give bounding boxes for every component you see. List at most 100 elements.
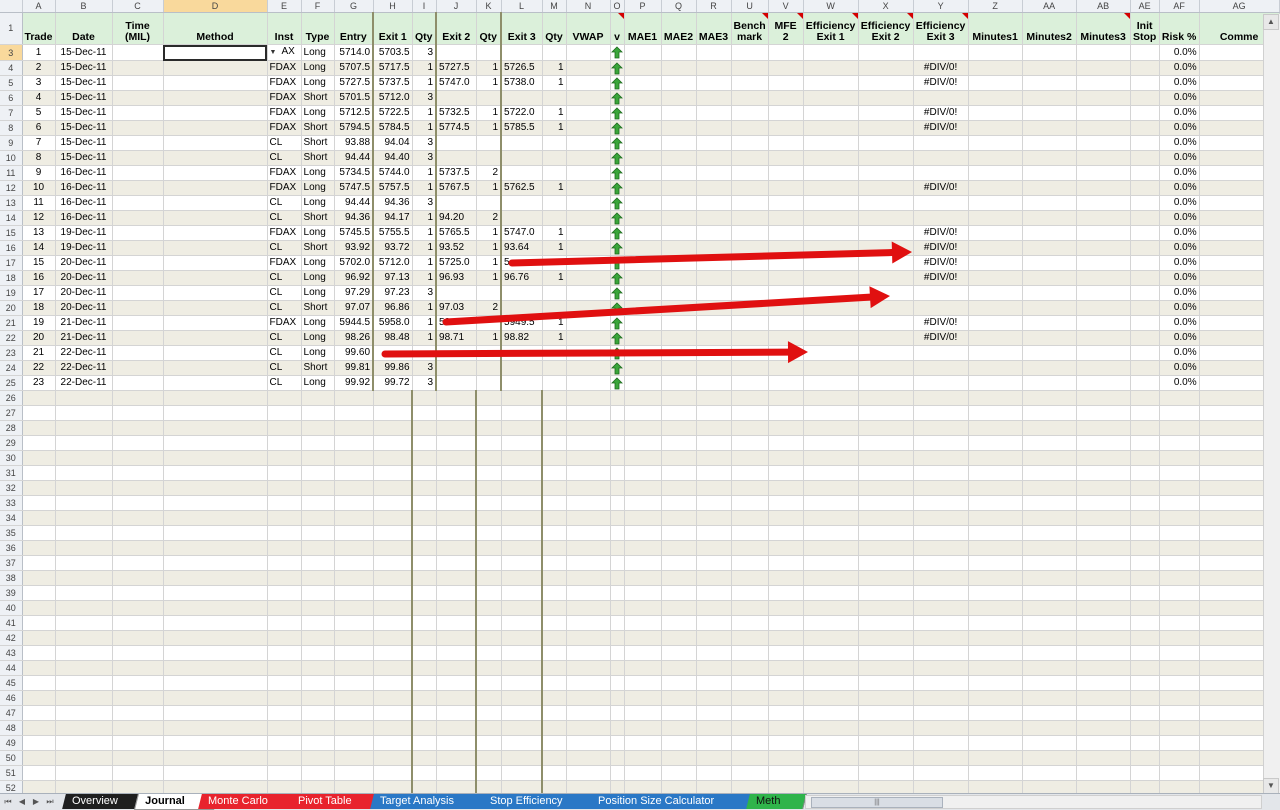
- efficiency-exit3-cell[interactable]: #DIV/0!: [913, 270, 969, 286]
- empty-cell[interactable]: [858, 210, 914, 226]
- entry-cell[interactable]: 5747.5: [334, 180, 374, 196]
- column-header-c[interactable]: C: [112, 0, 164, 13]
- empty-cell[interactable]: [1159, 630, 1200, 646]
- empty-cell[interactable]: [731, 255, 769, 271]
- empty-cell[interactable]: [1022, 435, 1077, 451]
- empty-cell[interactable]: [968, 420, 1023, 436]
- risk-cell[interactable]: 0.0%: [1159, 375, 1200, 391]
- empty-cell[interactable]: [1076, 255, 1131, 271]
- empty-cell[interactable]: [661, 120, 697, 136]
- qty3-cell[interactable]: [542, 360, 567, 376]
- trade-cell[interactable]: 13: [22, 225, 56, 241]
- exit2-cell[interactable]: 5767.5: [435, 180, 477, 196]
- empty-cell[interactable]: [334, 765, 374, 781]
- empty-cell[interactable]: [541, 525, 567, 541]
- empty-cell[interactable]: [112, 750, 164, 766]
- empty-cell[interactable]: [624, 750, 662, 766]
- empty-cell[interactable]: [55, 480, 113, 496]
- sheet-tab[interactable]: Position Size Calculator: [588, 794, 765, 809]
- qty2-cell[interactable]: [476, 44, 502, 61]
- type-cell[interactable]: Short: [301, 360, 335, 376]
- empty-cell[interactable]: [22, 645, 56, 661]
- exit2-cell[interactable]: [435, 360, 477, 376]
- date-cell[interactable]: 15-Dec-11: [55, 44, 113, 61]
- method-cell[interactable]: [163, 120, 268, 136]
- row-number[interactable]: 1: [0, 12, 23, 45]
- empty-cell[interactable]: [661, 135, 697, 151]
- empty-cell[interactable]: [696, 345, 732, 361]
- empty-cell[interactable]: [501, 480, 543, 496]
- direction-arrow-cell[interactable]: [610, 180, 625, 196]
- empty-cell[interactable]: [436, 450, 477, 466]
- empty-cell[interactable]: [803, 360, 859, 376]
- empty-cell[interactable]: [1130, 450, 1160, 466]
- empty-cell[interactable]: [696, 210, 732, 226]
- exit2-cell[interactable]: 5737.5: [435, 165, 477, 181]
- empty-cell[interactable]: [858, 630, 914, 646]
- risk-cell[interactable]: 0.0%: [1159, 195, 1200, 211]
- empty-cell[interactable]: [163, 555, 268, 571]
- risk-cell[interactable]: 0.0%: [1159, 135, 1200, 151]
- type-cell[interactable]: Short: [301, 240, 335, 256]
- empty-cell[interactable]: [436, 735, 477, 751]
- horizontal-scroll-thumb[interactable]: |||: [811, 797, 943, 808]
- exit1-cell[interactable]: 97.13: [372, 270, 413, 286]
- empty-cell[interactable]: [22, 705, 56, 721]
- inst-cell[interactable]: CL: [267, 240, 302, 256]
- empty-cell[interactable]: [858, 120, 914, 136]
- date-cell[interactable]: 15-Dec-11: [55, 135, 113, 151]
- empty-cell[interactable]: [373, 615, 413, 631]
- empty-cell[interactable]: [696, 330, 732, 346]
- exit3-cell[interactable]: 5785.5: [500, 120, 543, 136]
- risk-cell[interactable]: 0.0%: [1159, 285, 1200, 301]
- date-cell[interactable]: 15-Dec-11: [55, 150, 113, 166]
- empty-cell[interactable]: [301, 450, 335, 466]
- risk-cell[interactable]: 0.0%: [1159, 225, 1200, 241]
- empty-cell[interactable]: [411, 450, 437, 466]
- empty-cell[interactable]: [913, 675, 969, 691]
- empty-cell[interactable]: [334, 615, 374, 631]
- empty-cell[interactable]: [1159, 525, 1200, 541]
- exit3-cell[interactable]: 5762.5: [500, 180, 543, 196]
- empty-cell[interactable]: [803, 285, 859, 301]
- date-cell[interactable]: 21-Dec-11: [55, 315, 113, 331]
- empty-cell[interactable]: [566, 690, 611, 706]
- empty-cell[interactable]: [55, 405, 113, 421]
- empty-cell[interactable]: [436, 705, 477, 721]
- empty-cell[interactable]: [1130, 105, 1160, 121]
- empty-cell[interactable]: [1130, 180, 1160, 196]
- empty-cell[interactable]: [803, 495, 859, 511]
- empty-cell[interactable]: [267, 585, 302, 601]
- empty-cell[interactable]: [163, 525, 268, 541]
- trade-cell[interactable]: 4: [22, 90, 56, 106]
- empty-cell[interactable]: [731, 75, 769, 91]
- row-number[interactable]: 45: [0, 675, 23, 691]
- empty-cell[interactable]: [1076, 570, 1131, 586]
- empty-cell[interactable]: [112, 615, 164, 631]
- empty-cell[interactable]: [968, 495, 1023, 511]
- empty-cell[interactable]: [301, 495, 335, 511]
- empty-cell[interactable]: [436, 600, 477, 616]
- empty-cell[interactable]: [1076, 44, 1131, 61]
- method-cell[interactable]: [163, 90, 268, 106]
- empty-cell[interactable]: [475, 555, 502, 571]
- empty-cell[interactable]: [803, 765, 859, 781]
- empty-cell[interactable]: [731, 615, 769, 631]
- efficiency-exit3-cell[interactable]: [913, 285, 969, 301]
- empty-cell[interactable]: [541, 765, 567, 781]
- qty2-cell[interactable]: 1: [476, 270, 502, 286]
- empty-cell[interactable]: [566, 570, 611, 586]
- empty-cell[interactable]: [1159, 555, 1200, 571]
- empty-cell[interactable]: [411, 555, 437, 571]
- column-header-af[interactable]: AF: [1159, 0, 1200, 13]
- empty-cell[interactable]: [436, 465, 477, 481]
- empty-cell[interactable]: [768, 405, 804, 421]
- empty-cell[interactable]: [624, 285, 662, 301]
- empty-cell[interactable]: [731, 330, 769, 346]
- empty-cell[interactable]: [768, 330, 804, 346]
- empty-cell[interactable]: [566, 405, 611, 421]
- exit3-cell[interactable]: [500, 195, 543, 211]
- empty-cell[interactable]: [1130, 120, 1160, 136]
- qty2-cell[interactable]: 1: [476, 105, 502, 121]
- empty-cell[interactable]: [858, 435, 914, 451]
